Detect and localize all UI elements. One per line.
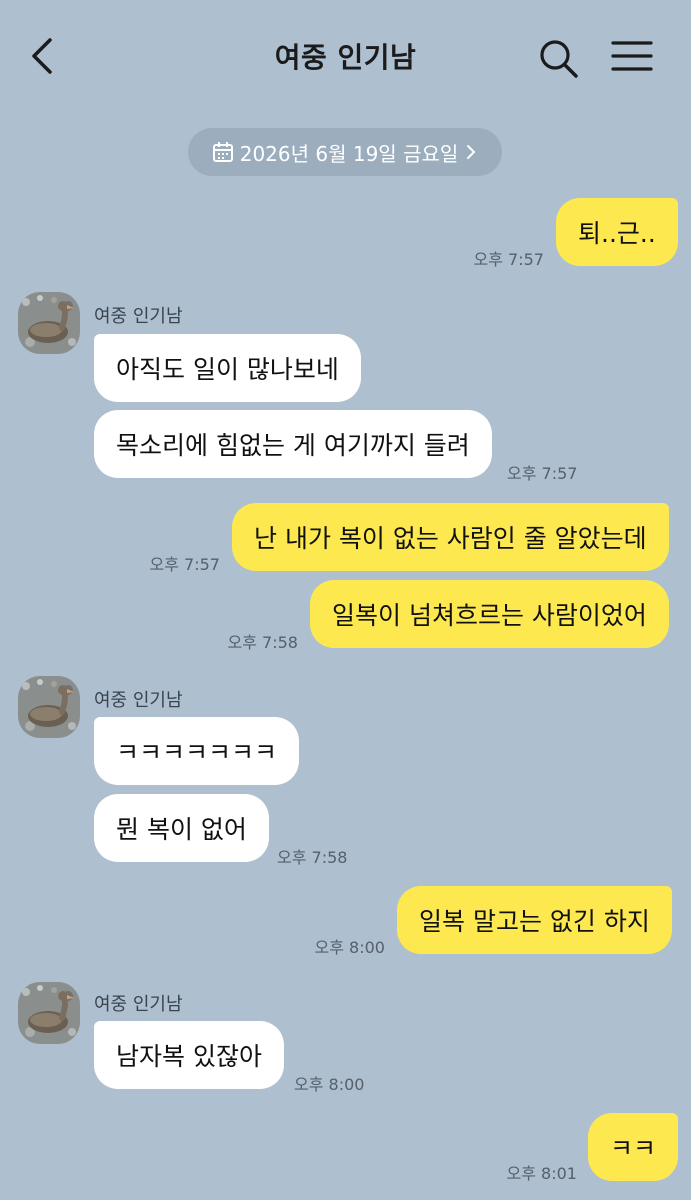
message-time: 오후 8:01 bbox=[506, 1164, 577, 1183]
message-time: 오후 7:58 bbox=[277, 848, 348, 867]
their-message-bubble[interactable]: 목소리에 힘없는 게 여기까지 들려 bbox=[94, 410, 492, 478]
my-message-bubble[interactable]: 난 내가 복이 없는 사람인 줄 알았는데 bbox=[232, 503, 669, 571]
calendar-icon bbox=[212, 142, 233, 162]
message-text: ㅋㅋㅋㅋㅋㅋㅋ bbox=[116, 738, 278, 767]
their-message-bubble[interactable]: 아직도 일이 많나보네 bbox=[94, 334, 361, 402]
my-message-bubble[interactable]: ㅋㅋ bbox=[588, 1113, 679, 1181]
message-time: 오후 7:57 bbox=[507, 464, 578, 483]
my-message-bubble[interactable]: 일복이 넘쳐흐르는 사람이었어 bbox=[310, 580, 669, 648]
sender-name: 여중 인기남 bbox=[94, 306, 183, 327]
my-message-bubble[interactable]: 일복 말고는 없긴 하지 bbox=[397, 886, 672, 954]
search-button[interactable] bbox=[536, 36, 580, 80]
message-time: 오후 7:57 bbox=[149, 555, 220, 574]
contact-avatar[interactable] bbox=[18, 676, 80, 738]
message-text: ㅋㅋ bbox=[610, 1134, 657, 1163]
message-time: 오후 7:58 bbox=[227, 633, 298, 652]
chat-title: 여중 인기남 bbox=[274, 41, 417, 74]
message-text: 아직도 일이 많나보네 bbox=[116, 355, 339, 384]
date-label: 2026년 6월 19일 금요일 bbox=[239, 141, 459, 166]
message-time: 오후 8:00 bbox=[314, 938, 385, 957]
their-message-bubble[interactable]: ㅋㅋㅋㅋㅋㅋㅋ bbox=[94, 717, 300, 785]
their-message-bubble[interactable]: 남자복 있잖아 bbox=[94, 1021, 284, 1089]
sender-name: 여중 인기남 bbox=[94, 994, 183, 1015]
menu-button[interactable] bbox=[610, 38, 654, 76]
chevron-right-icon bbox=[467, 145, 476, 159]
message-text: 목소리에 힘없는 게 여기까지 들려 bbox=[116, 431, 470, 460]
message-text: 난 내가 복이 없는 사람인 줄 알았는데 bbox=[254, 524, 647, 553]
message-text: 퇴..근.. bbox=[578, 219, 656, 248]
message-text: 일복이 넘쳐흐르는 사람이었어 bbox=[332, 601, 647, 630]
message-time: 오후 8:00 bbox=[294, 1075, 365, 1094]
message-text: 일복 말고는 없긴 하지 bbox=[419, 907, 650, 936]
contact-avatar[interactable] bbox=[18, 982, 80, 1044]
search-icon bbox=[540, 40, 578, 78]
date-separator[interactable]: 2026년 6월 19일 금요일 bbox=[188, 128, 502, 176]
message-text: 남자복 있잖아 bbox=[116, 1042, 262, 1071]
sender-name: 여중 인기남 bbox=[94, 690, 183, 711]
message-text: 뭔 복이 없어 bbox=[116, 815, 247, 844]
chat-header: 여중 인기남 bbox=[0, 0, 691, 112]
hamburger-menu-icon bbox=[611, 41, 653, 71]
contact-avatar[interactable] bbox=[18, 292, 80, 354]
their-message-bubble[interactable]: 뭔 복이 없어 bbox=[94, 794, 269, 862]
message-time: 오후 7:57 bbox=[473, 250, 544, 269]
my-message-bubble[interactable]: 퇴..근.. bbox=[556, 198, 678, 266]
